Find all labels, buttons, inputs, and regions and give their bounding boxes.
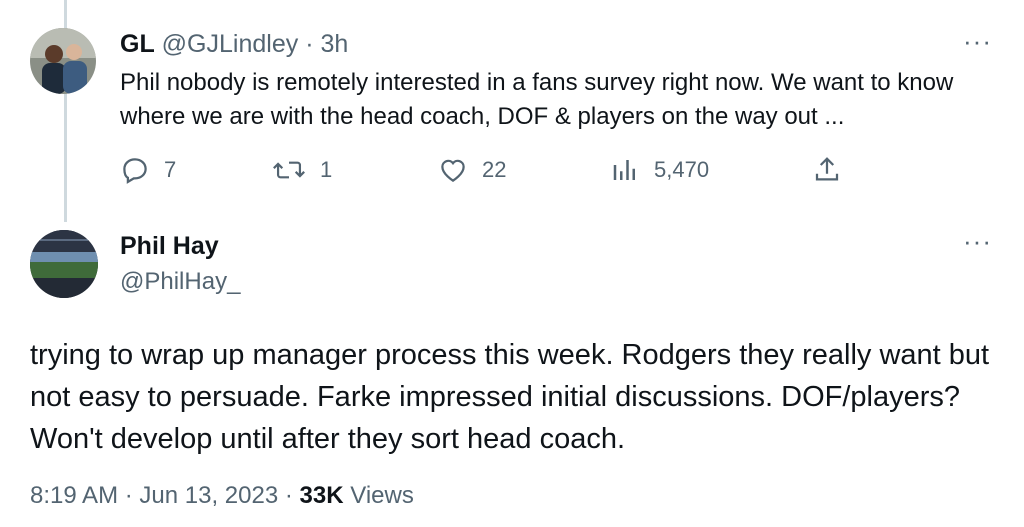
tweet-meta: 8:19 AM · Jun 13, 2023 · 33K Views xyxy=(30,482,414,510)
main-author-avatar[interactable] xyxy=(30,230,98,298)
retweet-button[interactable]: 1 xyxy=(272,155,332,185)
reply-header: GL @GJLindley · 3h xyxy=(120,30,348,59)
tweet-text: trying to wrap up manager process this w… xyxy=(30,339,990,455)
reply-author-handle[interactable]: @GJLindley xyxy=(162,30,299,58)
views-count: 5,470 xyxy=(654,157,710,182)
reply-action-bar: 7 1 22 5,470 xyxy=(0,155,1024,191)
tweet-time[interactable]: 8:19 AM xyxy=(30,482,118,509)
main-author-handle[interactable]: @PhilHay_ xyxy=(120,268,240,296)
reply-count: 7 xyxy=(164,157,177,182)
stadium-photo-icon xyxy=(30,230,98,298)
tweet-date[interactable]: Jun 13, 2023 xyxy=(139,482,278,509)
reply-author-name[interactable]: GL xyxy=(120,30,155,58)
reply-separator: · xyxy=(305,30,314,58)
avatar-photo-icon xyxy=(30,28,96,94)
main-author-name[interactable]: Phil Hay xyxy=(120,232,219,261)
share-icon xyxy=(815,157,839,181)
share-button[interactable] xyxy=(812,155,842,185)
reply-text: Phil nobody is remotely interested in a … xyxy=(120,69,954,130)
meta-separator: · xyxy=(124,482,133,509)
comment-icon xyxy=(123,158,147,184)
reply-button[interactable]: 7 xyxy=(120,155,176,185)
like-count: 22 xyxy=(482,157,507,182)
retweet-icon xyxy=(273,161,305,179)
tweet-views-count[interactable]: 33K xyxy=(300,482,344,509)
tweet-views-label: Views xyxy=(350,482,414,509)
reply-timestamp[interactable]: 3h xyxy=(320,30,348,58)
reply-more-button[interactable]: ··· xyxy=(963,28,992,54)
meta-separator-2: · xyxy=(284,482,293,509)
reply-author-avatar[interactable] xyxy=(30,28,96,94)
bar-chart-icon xyxy=(613,160,635,180)
tweet-more-button[interactable]: ··· xyxy=(963,228,992,254)
like-button[interactable]: 22 xyxy=(438,155,506,185)
heart-icon xyxy=(441,159,465,182)
retweet-count: 1 xyxy=(320,157,333,182)
views-button[interactable]: 5,470 xyxy=(610,155,709,185)
